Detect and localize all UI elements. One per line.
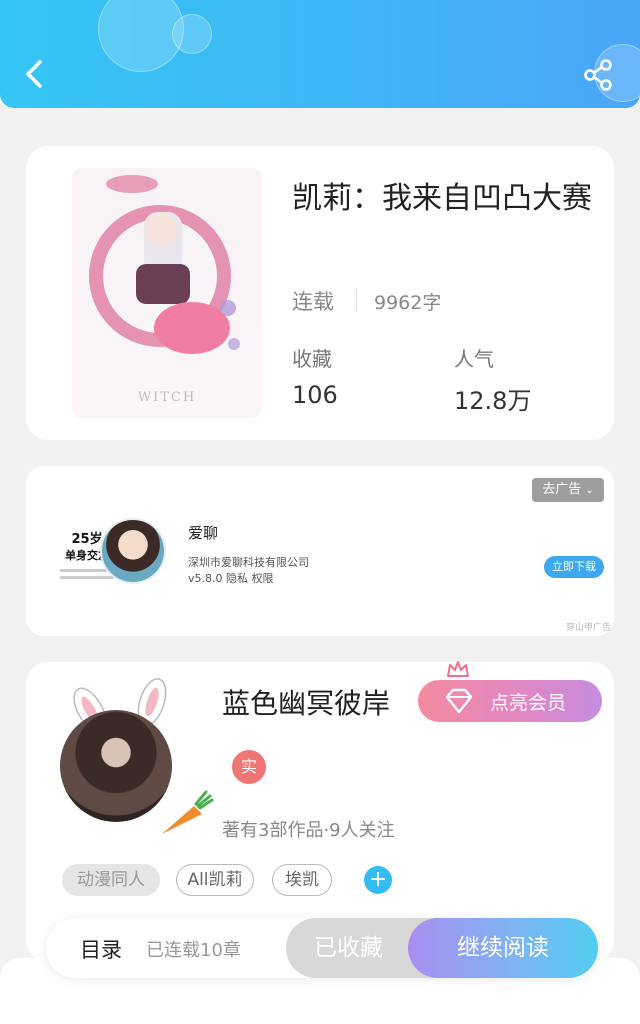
chevron-left-icon <box>26 60 42 88</box>
decor-bubble <box>172 14 212 54</box>
add-tag-button[interactable]: + <box>364 866 392 894</box>
book-info-card: WITCH 凯莉：我来自凹凸大赛 连载 9962字 收藏 人气 106 12.8… <box>26 146 614 440</box>
ad-avatar <box>100 518 166 584</box>
bottom-action-bar: 目录 已连载10章 已收藏 继续阅读 <box>46 918 598 978</box>
ad-permissions-link[interactable]: 权限 <box>252 572 274 585</box>
tag-item[interactable]: 埃凯 <box>272 864 332 896</box>
cover-watermark: WITCH <box>137 390 197 405</box>
vip-label: 点亮会员 <box>490 692 567 714</box>
ad-company: 深圳市爱聊科技有限公司 <box>188 556 309 569</box>
table-of-contents-button[interactable]: 目录 <box>80 934 122 964</box>
chapter-count: 已连载10章 <box>146 940 241 961</box>
word-count: 9962字 <box>374 292 442 314</box>
cover-illustration <box>89 175 240 354</box>
tag-item[interactable]: All凯莉 <box>176 864 254 896</box>
ad-download-button[interactable]: 立即下载 <box>544 556 604 578</box>
ad-app-name: 爱聊 <box>188 524 219 542</box>
ad-version: v5.8.0 <box>188 572 223 585</box>
serial-status: 连载 <box>292 290 334 314</box>
carrot-icon <box>162 790 214 834</box>
author-name[interactable]: 蓝色幽冥彼岸 <box>222 682 390 722</box>
back-button[interactable] <box>18 56 54 92</box>
ad-slogan-fineprint <box>60 576 114 579</box>
share-icon <box>584 59 612 91</box>
verified-badge: 实 <box>232 750 266 784</box>
ad-privacy-link[interactable]: 隐私 <box>226 572 248 585</box>
top-header <box>0 0 640 108</box>
favorites-value: 106 <box>292 381 338 409</box>
divider <box>356 289 357 311</box>
remove-ad-label: 去广告 <box>542 482 582 497</box>
favorites-label: 收藏 <box>292 347 332 371</box>
author-card: 蓝色幽冥彼岸 点亮会员 实 著有3部作品·9人关注 动漫同人 All凯莉 埃凯 … <box>26 661 614 962</box>
ad-meta: v5.8.0 隐私 权限 <box>188 570 274 586</box>
crown-icon <box>447 661 469 677</box>
author-stats: 著有3部作品·9人关注 <box>222 820 395 841</box>
author-avatar-frame[interactable] <box>56 672 214 834</box>
book-cover[interactable]: WITCH <box>72 168 262 418</box>
ad-banner[interactable]: 去广告 ⌄ 25岁 单身交友 爱聊 深圳市爱聊科技有限公司 v5.8.0 隐私 … <box>26 466 614 636</box>
decor-bubble <box>98 0 184 72</box>
book-title: 凯莉：我来自凹凸大赛 <box>292 181 592 216</box>
diamond-icon <box>445 688 473 714</box>
continue-reading-button[interactable]: 继续阅读 <box>408 918 598 978</box>
plus-icon: + <box>368 867 388 892</box>
remove-ad-button[interactable]: 去广告 ⌄ <box>532 478 604 502</box>
popularity-value: 12.8万 <box>454 387 532 415</box>
tag-item[interactable]: 动漫同人 <box>62 864 160 896</box>
vip-button[interactable]: 点亮会员 <box>418 661 602 722</box>
chevron-down-icon: ⌄ <box>585 485 594 496</box>
share-button[interactable] <box>580 56 618 94</box>
popularity-label: 人气 <box>454 347 494 371</box>
ad-source: 穿山甲广告 <box>566 623 612 633</box>
